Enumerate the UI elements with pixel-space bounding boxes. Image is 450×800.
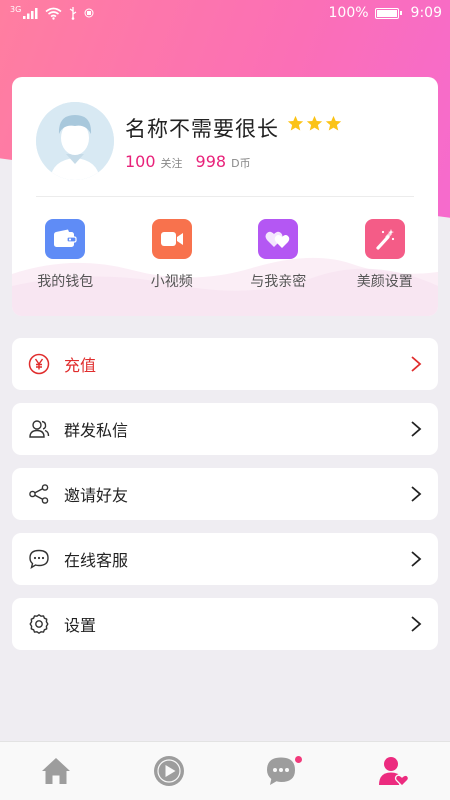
magic-wand-icon: [364, 219, 405, 259]
following-count[interactable]: 100: [125, 152, 156, 171]
user-name: 名称不需要很长: [125, 117, 279, 141]
chevron-right-icon: [411, 551, 422, 567]
coins-label: D币: [231, 157, 251, 170]
chat-bubble-icon: [28, 548, 50, 570]
menu-item-settings[interactable]: 设置: [12, 598, 438, 650]
play-icon: [153, 756, 184, 786]
tab-home[interactable]: [0, 742, 113, 800]
profile-stats: 100 关注 998 D币: [125, 152, 251, 171]
menu-label: 邀请好友: [64, 486, 129, 505]
yuan-icon: [28, 353, 50, 375]
profile-card: 名称不需要很长 100 关注 998 D币 我的钱包 小视频 与我亲密 美颜设置: [12, 77, 438, 316]
chevron-right-icon: [411, 356, 422, 372]
coins-count[interactable]: 998: [196, 152, 227, 171]
tab-profile[interactable]: [338, 742, 450, 800]
battery-percent: 100%: [328, 5, 369, 21]
message-icon: [267, 757, 296, 785]
quick-action-label: 与我亲密: [250, 274, 307, 290]
wallet-icon: [45, 219, 86, 259]
bottom-tab-bar: [0, 741, 450, 800]
notification-icon: [84, 8, 94, 18]
users-icon: [28, 418, 50, 440]
signal-icon: [23, 8, 38, 19]
quick-action-label: 我的钱包: [37, 274, 94, 290]
quick-action-wallet[interactable]: 我的钱包: [12, 219, 119, 291]
battery-icon: [374, 7, 402, 19]
menu-item-recharge[interactable]: 充值: [12, 338, 438, 390]
quick-action-label: 小视频: [150, 274, 193, 290]
avatar[interactable]: [36, 102, 114, 180]
menu-item-customer-service[interactable]: 在线客服: [12, 533, 438, 585]
chevron-right-icon: [411, 421, 422, 437]
chevron-right-icon: [411, 616, 422, 632]
menu-item-group-message[interactable]: 群发私信: [12, 403, 438, 455]
share-icon: [28, 483, 50, 505]
home-icon: [42, 758, 71, 784]
menu-label: 充值: [64, 356, 97, 375]
star-icon: [325, 115, 342, 131]
video-camera-icon: [151, 219, 192, 259]
chevron-right-icon: [411, 486, 422, 502]
quick-actions: 我的钱包 小视频 与我亲密 美颜设置: [12, 219, 438, 291]
menu-item-invite[interactable]: 邀请好友: [12, 468, 438, 520]
menu-label: 设置: [64, 616, 97, 635]
tab-messages[interactable]: [225, 742, 338, 800]
rating-stars: [287, 115, 342, 132]
divider: [36, 196, 414, 197]
menu-label: 在线客服: [64, 551, 129, 570]
clock: 9:09: [410, 5, 442, 21]
unread-badge: [295, 756, 302, 763]
star-icon: [287, 115, 304, 131]
usb-icon: [69, 7, 77, 20]
gear-icon: [28, 613, 50, 635]
status-bar: 3G 100% 9:09: [0, 0, 450, 26]
menu-label: 群发私信: [64, 421, 129, 440]
avatar-person-icon: [36, 102, 114, 180]
quick-action-video[interactable]: 小视频: [119, 219, 226, 291]
star-icon: [306, 115, 323, 131]
following-label: 关注: [160, 157, 183, 170]
quick-action-intimacy[interactable]: 与我亲密: [225, 219, 332, 291]
wifi-icon: [45, 7, 62, 20]
hearts-icon: [258, 219, 299, 259]
quick-action-beauty[interactable]: 美颜设置: [332, 219, 439, 291]
quick-action-label: 美颜设置: [356, 274, 413, 290]
tab-video[interactable]: [113, 742, 226, 800]
network-type: 3G: [10, 5, 22, 14]
profile-icon: [378, 757, 409, 787]
